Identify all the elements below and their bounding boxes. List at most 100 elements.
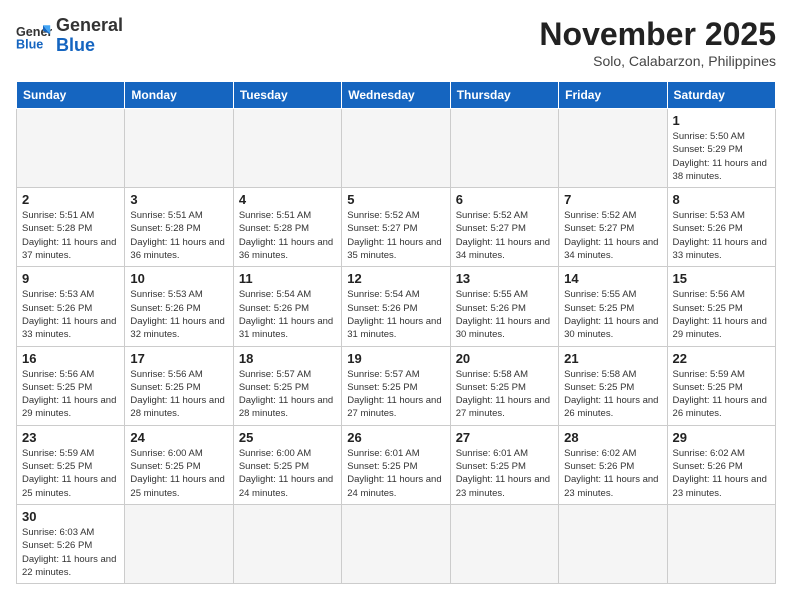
day-info: Sunrise: 5:50 AM Sunset: 5:29 PM Dayligh… (673, 130, 770, 183)
calendar-cell (342, 504, 450, 583)
calendar-cell (450, 504, 558, 583)
day-number: 8 (673, 192, 770, 207)
calendar-cell (559, 504, 667, 583)
calendar-cell (17, 109, 125, 188)
day-info: Sunrise: 5:51 AM Sunset: 5:28 PM Dayligh… (22, 209, 119, 262)
day-number: 15 (673, 271, 770, 286)
day-number: 25 (239, 430, 336, 445)
calendar-cell: 15Sunrise: 5:56 AM Sunset: 5:25 PM Dayli… (667, 267, 775, 346)
weekday-header-wednesday: Wednesday (342, 82, 450, 109)
day-info: Sunrise: 5:59 AM Sunset: 5:25 PM Dayligh… (673, 368, 770, 421)
weekday-header-friday: Friday (559, 82, 667, 109)
day-number: 24 (130, 430, 227, 445)
calendar-week-6: 30 Sunrise: 6:03 AM Sunset: 5:26 PM Dayli… (17, 504, 776, 583)
calendar-header: SundayMondayTuesdayWednesdayThursdayFrid… (17, 82, 776, 109)
day-number: 22 (673, 351, 770, 366)
calendar-cell: 11 Sunrise: 5:54 AM Sunset: 5:26 PM Dayli… (233, 267, 341, 346)
calendar-cell: 29 Sunrise: 6:02 AM Sunset: 5:26 PM Dayli… (667, 425, 775, 504)
calendar-cell (342, 109, 450, 188)
day-info: Sunrise: 6:00 AM Sunset: 5:25 PM Dayligh… (239, 447, 336, 500)
calendar-cell: 26Sunrise: 6:01 AM Sunset: 5:25 PM Dayli… (342, 425, 450, 504)
day-info: Sunrise: 5:55 AM Sunset: 5:25 PM Dayligh… (564, 288, 661, 341)
calendar-cell: 21 Sunrise: 5:58 AM Sunset: 5:25 PM Dayli… (559, 346, 667, 425)
day-number: 5 (347, 192, 444, 207)
weekday-row: SundayMondayTuesdayWednesdayThursdayFrid… (17, 82, 776, 109)
day-number: 10 (130, 271, 227, 286)
day-info: Sunrise: 5:54 AM Sunset: 5:26 PM Dayligh… (347, 288, 444, 341)
day-number: 9 (22, 271, 119, 286)
day-info: Sunrise: 5:53 AM Sunset: 5:26 PM Dayligh… (673, 209, 770, 262)
calendar-cell (450, 109, 558, 188)
calendar-cell: 4Sunrise: 5:51 AM Sunset: 5:28 PM Daylig… (233, 188, 341, 267)
day-number: 7 (564, 192, 661, 207)
day-info: Sunrise: 5:58 AM Sunset: 5:25 PM Dayligh… (564, 368, 661, 421)
calendar-cell: 18 Sunrise: 5:57 AM Sunset: 5:25 PM Dayli… (233, 346, 341, 425)
svg-text:Blue: Blue (16, 37, 43, 51)
day-number: 30 (22, 509, 119, 524)
calendar-cell: 10 Sunrise: 5:53 AM Sunset: 5:26 PM Dayli… (125, 267, 233, 346)
calendar-cell: 7 Sunrise: 5:52 AM Sunset: 5:27 PM Daylig… (559, 188, 667, 267)
day-number: 13 (456, 271, 553, 286)
calendar-cell: 22 Sunrise: 5:59 AM Sunset: 5:25 PM Dayli… (667, 346, 775, 425)
day-info: Sunrise: 5:57 AM Sunset: 5:25 PM Dayligh… (347, 368, 444, 421)
day-number: 23 (22, 430, 119, 445)
day-info: Sunrise: 5:56 AM Sunset: 5:25 PM Dayligh… (130, 368, 227, 421)
day-number: 16 (22, 351, 119, 366)
calendar-week-3: 9 Sunrise: 5:53 AM Sunset: 5:26 PM Daylig… (17, 267, 776, 346)
day-info: Sunrise: 5:57 AM Sunset: 5:25 PM Dayligh… (239, 368, 336, 421)
weekday-header-monday: Monday (125, 82, 233, 109)
day-info: Sunrise: 6:00 AM Sunset: 5:25 PM Dayligh… (130, 447, 227, 500)
day-info: Sunrise: 5:53 AM Sunset: 5:26 PM Dayligh… (130, 288, 227, 341)
calendar-cell: 6Sunrise: 5:52 AM Sunset: 5:27 PM Daylig… (450, 188, 558, 267)
day-number: 17 (130, 351, 227, 366)
calendar-week-4: 16 Sunrise: 5:56 AM Sunset: 5:25 PM Dayli… (17, 346, 776, 425)
calendar-cell (233, 109, 341, 188)
calendar-cell: 27Sunrise: 6:01 AM Sunset: 5:25 PM Dayli… (450, 425, 558, 504)
day-number: 12 (347, 271, 444, 286)
day-number: 28 (564, 430, 661, 445)
day-info: Sunrise: 5:53 AM Sunset: 5:26 PM Dayligh… (22, 288, 119, 341)
day-number: 4 (239, 192, 336, 207)
calendar-cell: 9 Sunrise: 5:53 AM Sunset: 5:26 PM Daylig… (17, 267, 125, 346)
calendar-week-2: 2 Sunrise: 5:51 AM Sunset: 5:28 PM Daylig… (17, 188, 776, 267)
day-info: Sunrise: 5:52 AM Sunset: 5:27 PM Dayligh… (347, 209, 444, 262)
weekday-header-thursday: Thursday (450, 82, 558, 109)
day-info: Sunrise: 5:55 AM Sunset: 5:26 PM Dayligh… (456, 288, 553, 341)
calendar-cell: 30 Sunrise: 6:03 AM Sunset: 5:26 PM Dayli… (17, 504, 125, 583)
day-info: Sunrise: 5:59 AM Sunset: 5:25 PM Dayligh… (22, 447, 119, 500)
day-info: Sunrise: 5:54 AM Sunset: 5:26 PM Dayligh… (239, 288, 336, 341)
calendar-body: 1Sunrise: 5:50 AM Sunset: 5:29 PM Daylig… (17, 109, 776, 584)
day-info: Sunrise: 6:02 AM Sunset: 5:26 PM Dayligh… (673, 447, 770, 500)
day-info: Sunrise: 6:01 AM Sunset: 5:25 PM Dayligh… (347, 447, 444, 500)
day-number: 18 (239, 351, 336, 366)
day-info: Sunrise: 5:51 AM Sunset: 5:28 PM Dayligh… (130, 209, 227, 262)
day-info: Sunrise: 6:03 AM Sunset: 5:26 PM Dayligh… (22, 526, 119, 579)
day-number: 11 (239, 271, 336, 286)
month-title: November 2025 (539, 16, 776, 53)
calendar-cell: 14Sunrise: 5:55 AM Sunset: 5:25 PM Dayli… (559, 267, 667, 346)
weekday-header-sunday: Sunday (17, 82, 125, 109)
calendar-cell: 3Sunrise: 5:51 AM Sunset: 5:28 PM Daylig… (125, 188, 233, 267)
day-info: Sunrise: 5:52 AM Sunset: 5:27 PM Dayligh… (564, 209, 661, 262)
calendar-cell: 28 Sunrise: 6:02 AM Sunset: 5:26 PM Dayli… (559, 425, 667, 504)
calendar-cell: 19Sunrise: 5:57 AM Sunset: 5:25 PM Dayli… (342, 346, 450, 425)
day-number: 6 (456, 192, 553, 207)
calendar-cell (233, 504, 341, 583)
day-number: 2 (22, 192, 119, 207)
calendar-week-1: 1Sunrise: 5:50 AM Sunset: 5:29 PM Daylig… (17, 109, 776, 188)
day-info: Sunrise: 6:02 AM Sunset: 5:26 PM Dayligh… (564, 447, 661, 500)
calendar-cell: 1Sunrise: 5:50 AM Sunset: 5:29 PM Daylig… (667, 109, 775, 188)
calendar-cell (125, 109, 233, 188)
title-block: November 2025 Solo, Calabarzon, Philippi… (539, 16, 776, 69)
calendar-cell: 8 Sunrise: 5:53 AM Sunset: 5:26 PM Daylig… (667, 188, 775, 267)
calendar-cell: 12 Sunrise: 5:54 AM Sunset: 5:26 PM Dayli… (342, 267, 450, 346)
day-number: 21 (564, 351, 661, 366)
logo-icon: General Blue (16, 18, 52, 54)
day-number: 29 (673, 430, 770, 445)
logo-blue-text: Blue (56, 36, 123, 56)
calendar-cell: 2 Sunrise: 5:51 AM Sunset: 5:28 PM Daylig… (17, 188, 125, 267)
logo: General Blue General Blue (16, 16, 123, 56)
calendar-week-5: 23 Sunrise: 5:59 AM Sunset: 5:25 PM Dayli… (17, 425, 776, 504)
calendar-cell: 20Sunrise: 5:58 AM Sunset: 5:25 PM Dayli… (450, 346, 558, 425)
calendar-cell: 23 Sunrise: 5:59 AM Sunset: 5:25 PM Dayli… (17, 425, 125, 504)
